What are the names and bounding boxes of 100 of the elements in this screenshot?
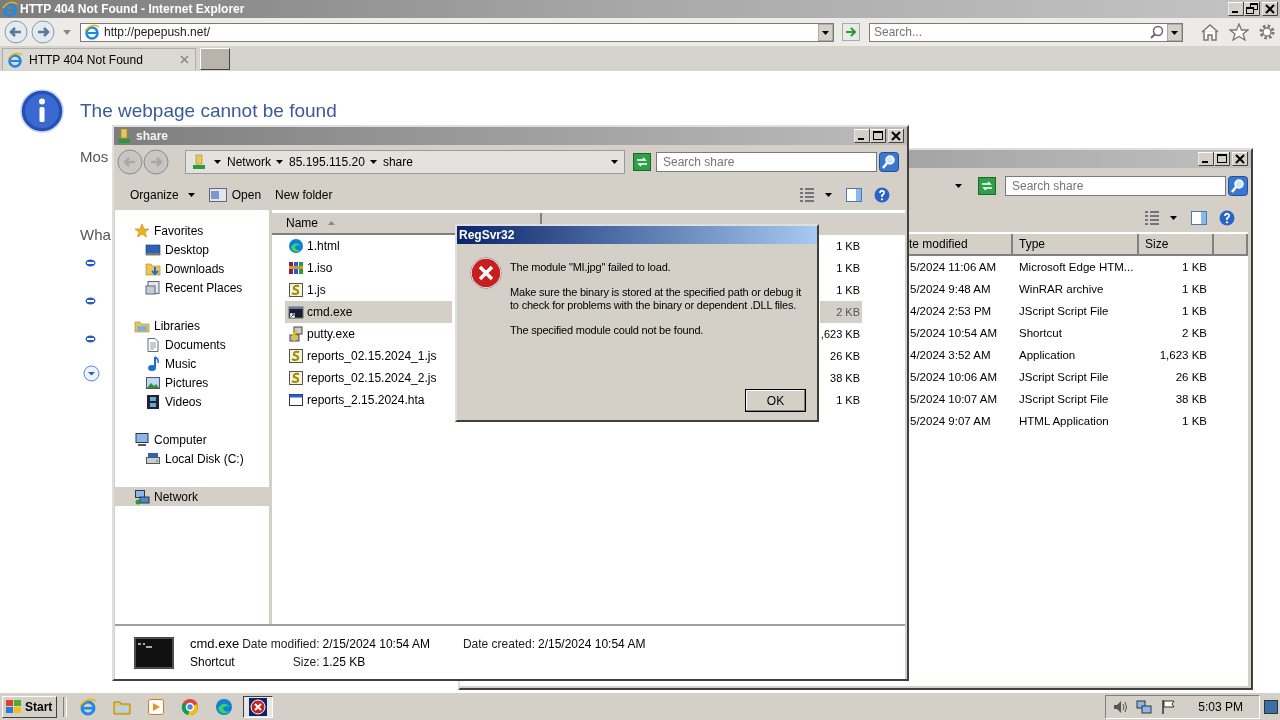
nav-item[interactable]: Documents	[115, 335, 269, 354]
column-header[interactable]: Size	[1139, 234, 1214, 256]
network-icon[interactable]	[1136, 698, 1153, 715]
favorites-star-icon[interactable]	[1229, 23, 1249, 41]
file-row[interactable]: reports_02.15.2024_1.js	[285, 345, 452, 367]
browser-tab[interactable]: HTTP 404 Not Found	[2, 48, 196, 70]
table-cell-text: Microsoft Edge HTM...	[1018, 261, 1135, 273]
expand-icon[interactable]	[83, 365, 100, 382]
file-row[interactable]: 1.iso	[285, 257, 452, 279]
minimize-button[interactable]	[854, 129, 870, 143]
file-name: cmd.exe	[190, 636, 240, 651]
show-desktop-button[interactable]	[1264, 697, 1278, 716]
detail-label: Size:	[291, 655, 320, 669]
sort-arrow-icon	[328, 221, 335, 225]
caret-icon[interactable]	[611, 160, 618, 164]
caret-icon[interactable]	[825, 192, 832, 197]
help-icon[interactable]	[1219, 210, 1235, 226]
page-icon	[7, 51, 23, 68]
nav-item[interactable]: Videos	[115, 392, 269, 411]
file-size: 26 KB	[829, 349, 861, 364]
table-cell-text: 1 KB	[1181, 305, 1208, 317]
flag-icon[interactable]	[1160, 698, 1177, 715]
window-title: share	[136, 129, 170, 143]
close-button[interactable]	[888, 129, 904, 143]
search-field[interactable]: Search...	[869, 22, 1183, 42]
breadcrumb-link[interactable]: share	[376, 155, 418, 169]
search-button[interactable]	[879, 152, 899, 172]
view-options-icon[interactable]	[1144, 210, 1160, 226]
table-cell-text: 5/2024 10:54 AM	[909, 327, 998, 339]
search-field[interactable]: Search share	[1005, 176, 1226, 196]
nav-item[interactable]: Music	[115, 354, 269, 373]
close-button[interactable]	[1262, 2, 1278, 16]
page-icon	[84, 24, 100, 40]
forward-button[interactable]	[31, 20, 55, 44]
script-icon	[288, 282, 304, 298]
nav-item[interactable]: Computer	[115, 430, 269, 449]
taskbar-button[interactable]	[243, 695, 274, 718]
back-button[interactable]	[4, 20, 28, 44]
maximize-button[interactable]	[1214, 152, 1230, 166]
minimize-button[interactable]	[1228, 2, 1244, 16]
window-icon	[288, 392, 304, 408]
nav-item[interactable]: Network	[115, 487, 269, 506]
file-type: Shortcut	[190, 655, 236, 669]
console-icon	[134, 636, 174, 669]
caret-icon[interactable]	[955, 184, 962, 188]
file-row[interactable]: reports_2.15.2024.hta	[285, 389, 452, 411]
desktop-icon	[145, 241, 161, 258]
file-row[interactable]: reports_02.15.2024_2.js	[285, 367, 452, 389]
refresh-button[interactable]	[978, 177, 996, 195]
preview-pane-icon[interactable]	[1191, 210, 1207, 226]
nav-item[interactable]: Pictures	[115, 373, 269, 392]
toolbar-button[interactable]: New folder	[271, 184, 337, 205]
nav-item[interactable]: Downloads	[115, 259, 269, 278]
preview-pane-icon[interactable]	[846, 186, 862, 203]
search-button[interactable]	[1228, 176, 1248, 196]
go-button[interactable]	[842, 23, 860, 41]
caret-icon[interactable]	[1170, 216, 1177, 220]
table-cell-text: 5/2024 9:07 AM	[909, 415, 992, 427]
nav-item[interactable]: Local Disk (C:)	[115, 449, 269, 468]
table-cell-text: 4/2024 3:52 AM	[909, 349, 992, 361]
table-cell-text: 5/2024 10:07 AM	[909, 393, 998, 405]
file-row[interactable]: 1.js	[285, 279, 452, 301]
nav-item[interactable]: Recent Places	[115, 278, 269, 297]
table-cell-text: 5/2024 10:06 AM	[909, 371, 998, 383]
file-row[interactable]: putty.exe	[285, 323, 452, 345]
dialog-message: Make sure the binary is stored at the specified path or debug it to check for problems with the binary or dependent .DLL files.	[510, 286, 803, 312]
home-icon[interactable]	[1200, 23, 1220, 41]
network-folder-icon	[116, 128, 132, 144]
breadcrumb-link[interactable]: 85.195.115.20	[283, 155, 370, 169]
view-options-icon[interactable]	[799, 186, 815, 203]
nav-item[interactable]: Favorites	[115, 221, 269, 240]
restore-button[interactable]	[1244, 2, 1260, 16]
address-field[interactable]: http://pepepush.net/	[80, 22, 834, 42]
settings-icon[interactable]	[1258, 23, 1276, 41]
minimize-button[interactable]	[1198, 152, 1214, 166]
file-row[interactable]: cmd.exe	[285, 301, 452, 323]
toolbar-button[interactable]: Organize	[126, 184, 199, 205]
column-header[interactable]: Type	[1013, 234, 1139, 256]
file-row[interactable]: 1.html	[285, 235, 452, 257]
file-size: 1 KB	[835, 239, 861, 254]
help-icon[interactable]	[874, 186, 890, 203]
toolbar-button[interactable]: Open	[204, 184, 266, 205]
clock: 5:03 PM	[1198, 699, 1243, 714]
table-cell-text: HTML Application	[1018, 415, 1110, 427]
maximize-button[interactable]	[870, 129, 886, 143]
caret-icon[interactable]	[369, 160, 377, 164]
close-button[interactable]	[1232, 152, 1248, 166]
nav-item[interactable]: Libraries	[115, 316, 269, 335]
table-cell-text: JScript Script File	[1018, 371, 1110, 383]
caret-icon[interactable]	[214, 160, 221, 164]
breadcrumb-link[interactable]: Network	[221, 155, 276, 169]
new-tab-button[interactable]	[200, 48, 230, 70]
search-field[interactable]: Search share	[656, 152, 877, 172]
document-icon	[145, 336, 161, 353]
dropdown-button[interactable]	[818, 23, 833, 41]
ok-button[interactable]: OK	[745, 389, 806, 412]
refresh-button[interactable]	[633, 153, 651, 171]
nav-item[interactable]: Desktop	[115, 240, 269, 259]
start-button[interactable]: Start	[2, 695, 58, 718]
caret-icon[interactable]	[276, 160, 283, 164]
